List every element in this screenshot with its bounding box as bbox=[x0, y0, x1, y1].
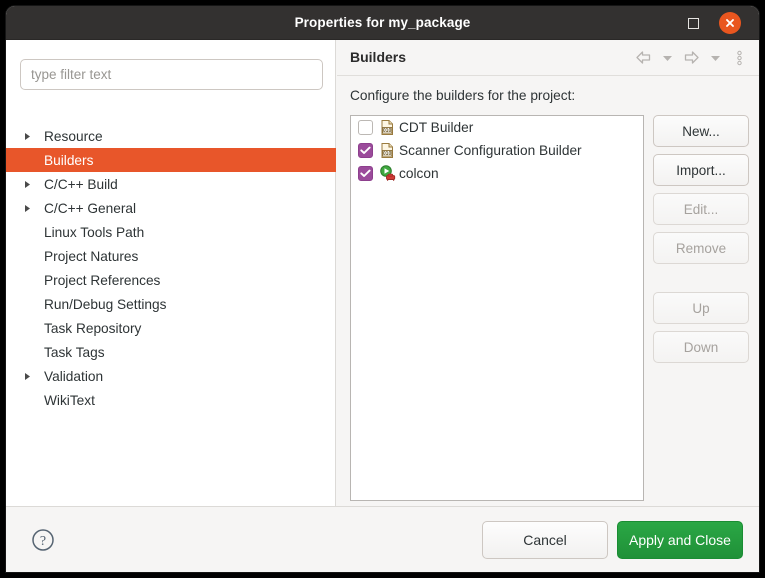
tree-indent-spacer bbox=[20, 388, 34, 412]
svg-text:?: ? bbox=[40, 534, 46, 549]
sidebar-item-label: Linux Tools Path bbox=[34, 225, 144, 240]
expand-arrow-icon[interactable] bbox=[20, 364, 34, 388]
sidebar-item-label: Task Repository bbox=[34, 321, 141, 336]
button-group-separator bbox=[653, 271, 749, 292]
svg-text:010: 010 bbox=[383, 151, 392, 157]
sidebar-item-task-tags[interactable]: Task Tags bbox=[6, 340, 336, 364]
builder-label: CDT Builder bbox=[399, 120, 473, 135]
sidebar-item-label: Validation bbox=[34, 369, 103, 384]
back-dropdown-icon[interactable] bbox=[658, 48, 677, 67]
dialog-footer: ? Cancel Apply and Close bbox=[6, 506, 759, 572]
builder-label: Scanner Configuration Builder bbox=[399, 143, 582, 158]
maximize-button[interactable] bbox=[683, 13, 703, 33]
properties-dialog-window: Properties for my_package Resource Builde… bbox=[6, 6, 759, 572]
sidebar-item-label: Project References bbox=[34, 273, 160, 288]
colcon-run-icon bbox=[379, 165, 396, 182]
sidebar-item-c-c-build[interactable]: C/C++ Build bbox=[6, 172, 336, 196]
expand-arrow-icon[interactable] bbox=[20, 196, 34, 220]
filter-input[interactable] bbox=[20, 59, 323, 90]
builder-list-item[interactable]: 010 CDT Builder bbox=[351, 116, 643, 139]
sidebar-item-validation[interactable]: Validation bbox=[6, 364, 336, 388]
builder-label: colcon bbox=[399, 166, 439, 181]
sidebar-item-label: Task Tags bbox=[34, 345, 105, 360]
page-header: Builders bbox=[337, 40, 759, 76]
close-icon bbox=[724, 17, 736, 29]
page-description: Configure the builders for the project: bbox=[350, 88, 575, 103]
import-button[interactable]: Import... bbox=[653, 154, 749, 186]
expand-arrow-icon[interactable] bbox=[20, 124, 34, 148]
maximize-icon bbox=[688, 18, 699, 29]
builder-checkbox[interactable] bbox=[358, 120, 373, 135]
close-button[interactable] bbox=[719, 12, 741, 34]
back-icon[interactable] bbox=[634, 48, 653, 67]
sidebar-item-project-natures[interactable]: Project Natures bbox=[6, 244, 336, 268]
binary-file-icon: 010 bbox=[379, 119, 396, 136]
settings-tree: Resource Builders C/C++ Build C/C++ General… bbox=[6, 124, 336, 412]
svg-text:010: 010 bbox=[383, 128, 392, 134]
sidebar-item-task-repository[interactable]: Task Repository bbox=[6, 316, 336, 340]
expand-arrow-icon[interactable] bbox=[20, 172, 34, 196]
sidebar-item-project-references[interactable]: Project References bbox=[6, 268, 336, 292]
tree-indent-spacer bbox=[20, 148, 34, 172]
tree-indent-spacer bbox=[20, 244, 34, 268]
tree-indent-spacer bbox=[20, 220, 34, 244]
dialog-content: Resource Builders C/C++ Build C/C++ General… bbox=[6, 40, 759, 506]
builders-list[interactable]: 010 CDT Builder 010 Scanner Configuration B… bbox=[350, 115, 644, 501]
settings-tree-pane: Resource Builders C/C++ Build C/C++ General… bbox=[6, 40, 336, 506]
sidebar-item-run-debug-settings[interactable]: Run/Debug Settings bbox=[6, 292, 336, 316]
tree-indent-spacer bbox=[20, 340, 34, 364]
footer-actions: Cancel Apply and Close bbox=[482, 521, 743, 559]
builders-page: Builders bbox=[337, 40, 759, 506]
sidebar-item-linux-tools-path[interactable]: Linux Tools Path bbox=[6, 220, 336, 244]
new-button[interactable]: New... bbox=[653, 115, 749, 147]
builders-action-buttons: New... Import... Edit... Remove Up Down bbox=[653, 115, 749, 370]
sidebar-item-label: Builders bbox=[34, 153, 93, 168]
builder-checkbox[interactable] bbox=[358, 143, 373, 158]
sidebar-item-resource[interactable]: Resource bbox=[6, 124, 336, 148]
builder-list-item[interactable]: 010 Scanner Configuration Builder bbox=[351, 139, 643, 162]
builder-checkbox[interactable] bbox=[358, 166, 373, 181]
down-button: Down bbox=[653, 331, 749, 363]
builder-list-item[interactable]: colcon bbox=[351, 162, 643, 185]
page-title: Builders bbox=[350, 49, 406, 65]
title-bar[interactable]: Properties for my_package bbox=[6, 6, 759, 40]
tree-indent-spacer bbox=[20, 292, 34, 316]
forward-dropdown-icon[interactable] bbox=[706, 48, 725, 67]
cancel-button[interactable]: Cancel bbox=[482, 521, 608, 559]
forward-icon[interactable] bbox=[682, 48, 701, 67]
apply-and-close-button[interactable]: Apply and Close bbox=[617, 521, 743, 559]
help-icon[interactable]: ? bbox=[30, 527, 56, 553]
page-toolbar bbox=[634, 48, 749, 67]
window-title: Properties for my_package bbox=[6, 6, 759, 40]
overflow-menu-icon[interactable] bbox=[730, 48, 749, 67]
edit-button: Edit... bbox=[653, 193, 749, 225]
sidebar-item-c-c-general[interactable]: C/C++ General bbox=[6, 196, 336, 220]
tree-indent-spacer bbox=[20, 268, 34, 292]
sidebar-item-label: C/C++ General bbox=[34, 201, 136, 216]
sidebar-item-wikitext[interactable]: WikiText bbox=[6, 388, 336, 412]
sidebar-item-label: C/C++ Build bbox=[34, 177, 118, 192]
binary-file-icon: 010 bbox=[379, 142, 396, 159]
remove-button: Remove bbox=[653, 232, 749, 264]
sidebar-item-label: WikiText bbox=[34, 393, 95, 408]
sidebar-item-label: Resource bbox=[34, 129, 103, 144]
tree-indent-spacer bbox=[20, 316, 34, 340]
sidebar-item-label: Run/Debug Settings bbox=[34, 297, 167, 312]
sidebar-item-label: Project Natures bbox=[34, 249, 138, 264]
up-button: Up bbox=[653, 292, 749, 324]
sidebar-item-builders[interactable]: Builders bbox=[6, 148, 336, 172]
